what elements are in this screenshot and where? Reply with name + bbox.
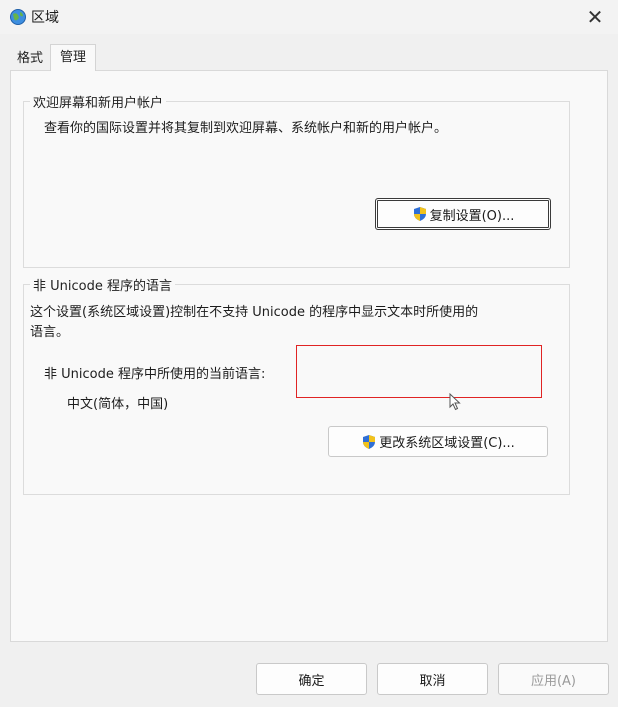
unicode-description-line2: 语言。	[30, 325, 70, 340]
red-highlight-box	[296, 345, 542, 398]
uac-shield-icon	[413, 207, 426, 221]
copy-settings-label: 复制设置(O)...	[429, 208, 515, 224]
window-title: 区域	[31, 10, 59, 26]
change-system-locale-button[interactable]: 更改系统区域设置(C)...	[328, 426, 548, 457]
globe-icon	[10, 9, 26, 25]
ok-button[interactable]: 确定	[256, 663, 367, 695]
dialog-footer: 确定 取消 应用(A)	[0, 648, 618, 707]
group-legend: 欢迎屏幕和新用户帐户	[30, 92, 167, 111]
uac-shield-icon	[363, 434, 376, 449]
close-button[interactable]: ✕	[572, 0, 618, 34]
welcome-screen-group: 欢迎屏幕和新用户帐户 查看你的国际设置并将其复制到欢迎屏幕、系统帐户和新的用户帐…	[23, 92, 570, 268]
mouse-cursor-icon	[449, 393, 461, 411]
apply-button[interactable]: 应用(A)	[498, 663, 609, 695]
unicode-description-line1: 这个设置(系统区域设置)控制在不支持 Unicode 的程序中显示文本时所使用的	[30, 305, 479, 320]
tab-administrative[interactable]: 管理	[50, 44, 97, 71]
current-language-label: 非 Unicode 程序中所使用的当前语言:	[44, 367, 266, 382]
change-system-locale-label: 更改系统区域设置(C)...	[379, 436, 515, 451]
welcome-description: 查看你的国际设置并将其复制到欢迎屏幕、系统帐户和新的用户帐户。	[44, 121, 448, 136]
title-bar: 区域 ✕	[0, 0, 618, 34]
copy-settings-button[interactable]: 复制设置(O)...	[375, 198, 551, 230]
tab-formats[interactable]: 格式	[10, 47, 50, 71]
group-legend: 非 Unicode 程序的语言	[30, 275, 175, 294]
current-language-value: 中文(简体，中国)	[67, 397, 169, 412]
close-icon: ✕	[586, 5, 604, 29]
tab-strip: 格式 管理	[10, 44, 97, 71]
cancel-button[interactable]: 取消	[377, 663, 488, 695]
